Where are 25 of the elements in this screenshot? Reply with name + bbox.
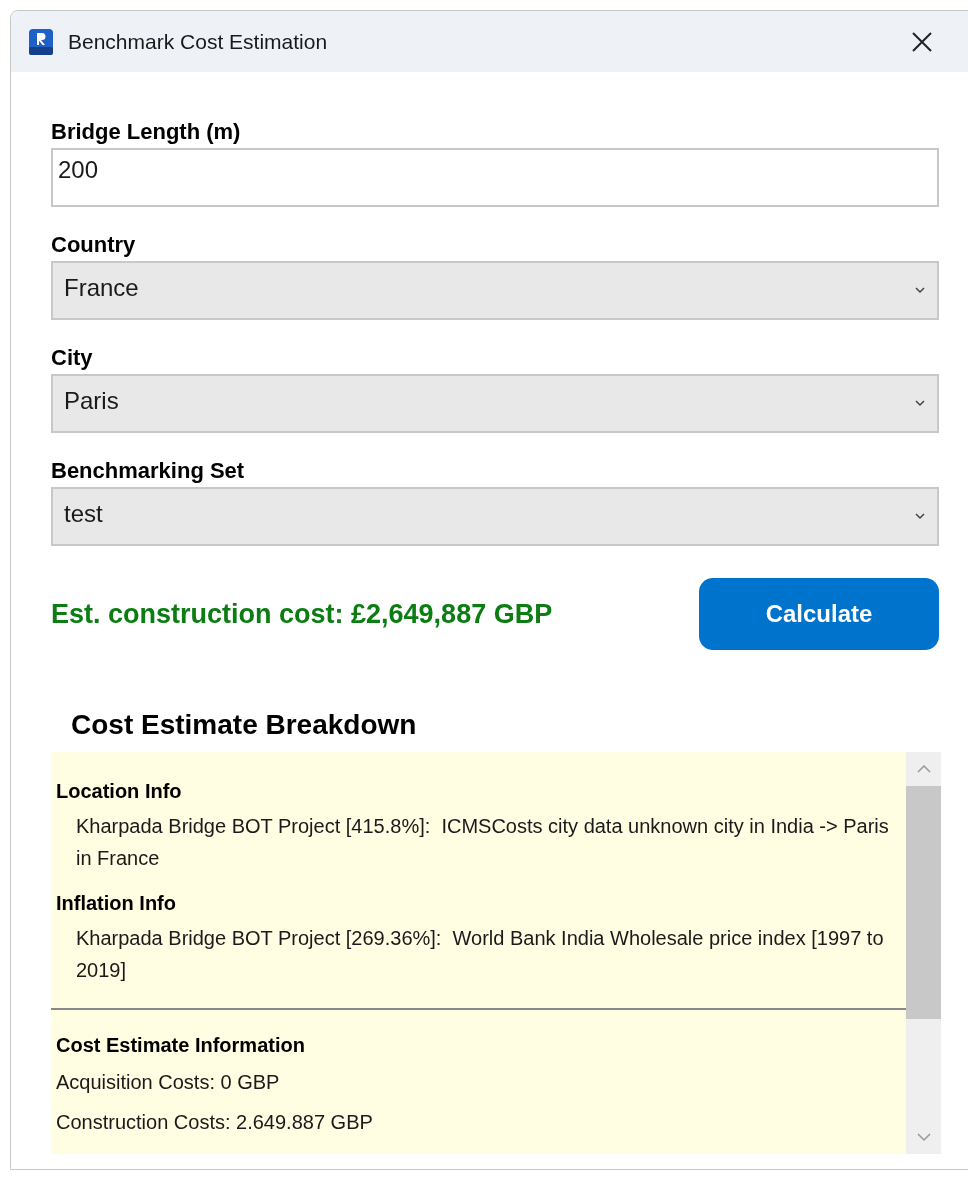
length-input[interactable]: 200 bbox=[51, 148, 939, 207]
app-icon bbox=[29, 28, 53, 55]
dropdown[interactable]: Paris bbox=[51, 374, 939, 433]
field-label: Benchmarking Set bbox=[51, 457, 246, 485]
scroll-up-icon[interactable] bbox=[916, 764, 931, 774]
field-label: Bridge Length (m) bbox=[51, 118, 242, 146]
field-label: Country bbox=[51, 231, 137, 259]
cost-line: Acquisition Costs: 0 GBP bbox=[56, 1070, 281, 1095]
section-heading: Inflation Info bbox=[56, 891, 177, 916]
scrollbar[interactable] bbox=[906, 752, 941, 1154]
section-heading: Location Info bbox=[56, 779, 183, 804]
window-title: Benchmark Cost Estimation bbox=[68, 28, 328, 55]
scroll-down-icon[interactable] bbox=[916, 1132, 931, 1142]
dropdown[interactable]: France bbox=[51, 261, 939, 320]
info-text: Kharpada Bridge BOT Project [269.36%]: World Bank India Wholesale price index [1997 to 2019] bbox=[76, 926, 885, 983]
estimated-cost-text: Est. construction cost: £2,649,887 GBP bbox=[51, 597, 553, 631]
calculate-button[interactable]: Calculate bbox=[699, 578, 939, 650]
cost-line: Construction Costs: 2.649.887 GBP bbox=[56, 1110, 374, 1135]
close-icon bbox=[911, 30, 933, 53]
dropdown[interactable]: test bbox=[51, 487, 939, 546]
section-heading: Cost Estimate Information bbox=[56, 1033, 306, 1058]
field-label: City bbox=[51, 344, 94, 372]
breakdown-title: Cost Estimate Breakdown bbox=[71, 708, 418, 742]
info-text: Kharpada Bridge BOT Project [415.8%]: ICMSCosts city data unknown city in India -> Paris in France bbox=[76, 814, 890, 871]
scrollbar-thumb[interactable] bbox=[906, 786, 941, 1019]
